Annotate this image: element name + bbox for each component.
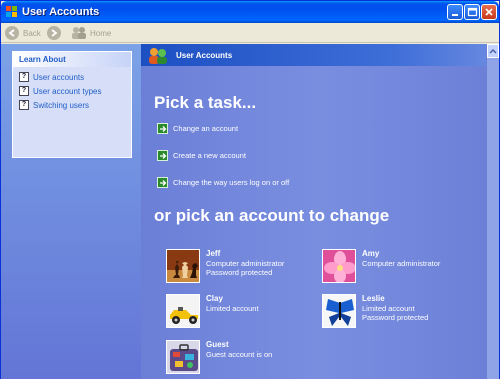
back-label: Back [23,28,41,38]
title-bar[interactable]: User Accounts [1,1,499,23]
account-status: Password protected [362,313,429,322]
learn-about-heading: Learn About [13,52,131,67]
home-label: Home [90,28,112,38]
close-button[interactable] [481,4,497,20]
account-status: Password protected [206,268,273,277]
account-name: Guest [206,340,229,349]
help-question-icon: ? [19,72,29,82]
task-label: Create a new account [173,151,246,160]
help-question-icon: ? [19,86,29,96]
windows-logo-icon [6,6,17,17]
account-type: Computer administrator [362,259,441,268]
scroll-up-arrow-icon [489,48,497,54]
account-type: Limited account [206,304,259,313]
forward-button[interactable] [47,25,65,41]
green-arrow-icon [157,177,168,188]
home-users-icon [72,27,86,39]
task-create-account[interactable]: Create a new account [157,150,246,161]
account-type: Guest account is on [206,350,273,359]
main-header: User Accounts [141,44,499,66]
back-button[interactable]: Back [5,25,41,41]
account-name: Jeff [206,249,221,258]
green-arrow-icon [157,150,168,161]
chess-icon [166,249,200,283]
car-icon [166,294,200,328]
left-pane: Learn About ? User accounts ? User accou… [1,44,141,379]
suitcase-icon [166,340,200,374]
minimize-button[interactable] [447,4,463,20]
account-type: Computer administrator [206,259,285,268]
close-icon [485,8,493,16]
window-title: User Accounts [22,6,100,18]
learn-link-label: User account types [33,86,102,96]
learn-about-panel: Learn About ? User accounts ? User accou… [12,51,132,158]
scroll-up-button[interactable] [487,44,499,58]
learn-link-label: Switching users [33,100,90,110]
flower-icon [322,249,356,283]
butterfly-icon [322,294,356,328]
main-header-title: User Accounts [176,51,233,60]
account-name: Amy [362,249,380,258]
green-arrow-icon [157,123,168,134]
user-accounts-window: User Accounts Back Home Learn About ? Us… [0,0,500,379]
learn-link-label: User accounts [33,72,85,82]
minimize-icon [452,14,458,16]
main-pane: User Accounts Pick a task... Change an a… [141,44,499,379]
task-label: Change the way users log on or off [173,178,290,187]
help-question-icon: ? [19,100,29,110]
task-change-logon[interactable]: Change the way users log on or off [157,177,289,188]
home-button[interactable]: Home [71,25,111,41]
pick-account-heading: or pick an account to change [154,206,390,225]
pick-task-heading: Pick a task... [154,93,257,112]
account-name: Leslie [362,294,385,303]
learn-link-switching-users[interactable]: ? Switching users [19,100,89,110]
learn-link-user-accounts[interactable]: ? User accounts [19,72,84,82]
user-accounts-icon [149,48,167,64]
learn-link-account-types[interactable]: ? User account types [19,86,101,96]
task-label: Change an account [173,124,239,133]
task-change-account[interactable]: Change an account [157,123,238,134]
back-arrow-icon [5,26,19,40]
account-type: Limited account [362,304,415,313]
forward-arrow-icon [47,26,61,40]
navigation-toolbar: Back Home [1,23,499,43]
maximize-icon [467,7,478,17]
account-name: Clay [206,294,223,303]
vertical-scrollbar[interactable] [486,44,499,379]
maximize-button[interactable] [464,4,480,20]
